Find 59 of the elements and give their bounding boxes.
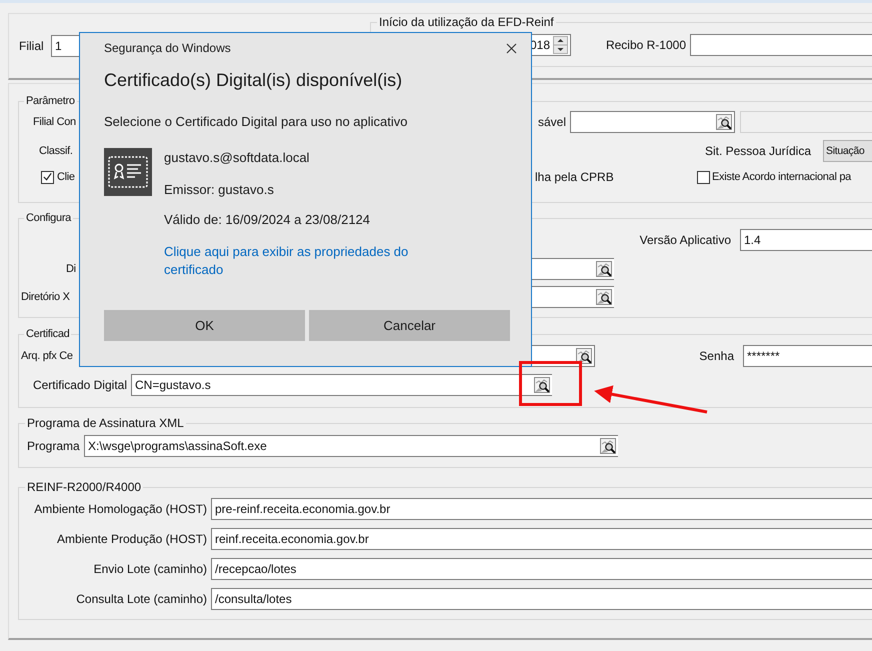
dialog-button[interactable]: Cancelar: [309, 310, 510, 341]
search-icon[interactable]: [596, 261, 612, 277]
certificate-validity: Válido de: 16/09/2024 a 23/08/2124: [164, 211, 372, 229]
checkbox-label: Clie: [57, 170, 75, 184]
close-icon[interactable]: [506, 42, 517, 54]
checkbox-label: lha pela CPRB: [535, 170, 614, 184]
certificate-issuer: Emissor: gustavo.s: [164, 181, 275, 199]
field-label: Diretório X: [21, 290, 70, 304]
input-field[interactable]: /consulta/lotes: [211, 588, 872, 610]
search-icon[interactable]: [716, 114, 732, 130]
instruction-text: Selecione o Certificado Digital para uso no aplicativo: [104, 113, 409, 131]
field-label: Ambiente Produção (HOST): [56, 532, 208, 546]
group-title: Parâmetro: [25, 94, 76, 108]
group-title: Configura: [25, 211, 72, 225]
field-label: Versão Aplicativo: [640, 233, 732, 247]
field-label: Arq. pfx Ce: [21, 349, 73, 363]
field-label: sável: [538, 115, 567, 129]
field-label: Recibo R-1000: [606, 38, 687, 52]
field-label: Senha: [699, 349, 735, 363]
search-icon[interactable]: [576, 348, 592, 364]
checkbox[interactable]: [697, 170, 710, 184]
input-field[interactable]: 1: [51, 35, 81, 57]
field-label: Filial Con: [33, 115, 76, 129]
input-field[interactable]: [690, 34, 872, 56]
field-label: Envio Lote (caminho): [94, 562, 208, 576]
input-field[interactable]: pre-reinf.receita.economia.gov.br: [211, 498, 872, 520]
group-title: Início da utilização da EFD-Reinf: [378, 15, 555, 29]
certificate-icon: [104, 148, 152, 196]
dialog-caption: Segurança do Windows: [104, 40, 231, 56]
field-label: Certificado Digital: [32, 378, 128, 392]
field-label: Filial: [19, 39, 44, 53]
certificate-subject: gustavo.s@softdata.local: [164, 149, 310, 167]
input-field[interactable]: [570, 111, 735, 133]
search-icon[interactable]: [596, 289, 612, 305]
field-label: Consulta Lote (caminho): [76, 592, 208, 606]
spin-button[interactable]: [553, 36, 568, 54]
field-label: Di: [66, 262, 76, 276]
password-field[interactable]: *******: [743, 345, 872, 367]
field-label: Classif.: [39, 144, 73, 158]
field-label: Programa: [27, 439, 80, 453]
highlight-frame: [519, 361, 582, 406]
input-field[interactable]: X:\wsge\programs\assinaSoft.exe: [84, 435, 618, 457]
search-icon[interactable]: [600, 438, 616, 454]
group-title: REINF-R2000/R4000: [26, 480, 142, 494]
checkbox-label: Existe Acordo internacional pa: [712, 170, 851, 184]
dialog-button[interactable]: OK: [104, 310, 305, 341]
group-title: Programa de Assinatura XML: [26, 416, 185, 430]
group-title: Certificad: [25, 327, 70, 341]
checkbox[interactable]: [41, 170, 54, 184]
field-label: Sit. Pessoa Jurídica: [704, 144, 812, 158]
input-field[interactable]: reinf.receita.economia.gov.br: [211, 528, 872, 550]
input-field[interactable]: CN=gustavo.s: [131, 374, 552, 396]
input-field[interactable]: /recepcao/lotes: [211, 558, 872, 580]
input-field[interactable]: 1.4: [740, 229, 872, 251]
search-icon[interactable]: [534, 377, 550, 393]
situation-dropdown[interactable]: Situação: [823, 140, 872, 162]
field-label: Ambiente Homologação (HOST): [34, 502, 208, 516]
properties-link[interactable]: Clique aqui para exibir as propriedades do certificado: [164, 243, 434, 279]
dialog-heading: Certificado(s) Digital(is) disponível(is): [104, 69, 404, 92]
